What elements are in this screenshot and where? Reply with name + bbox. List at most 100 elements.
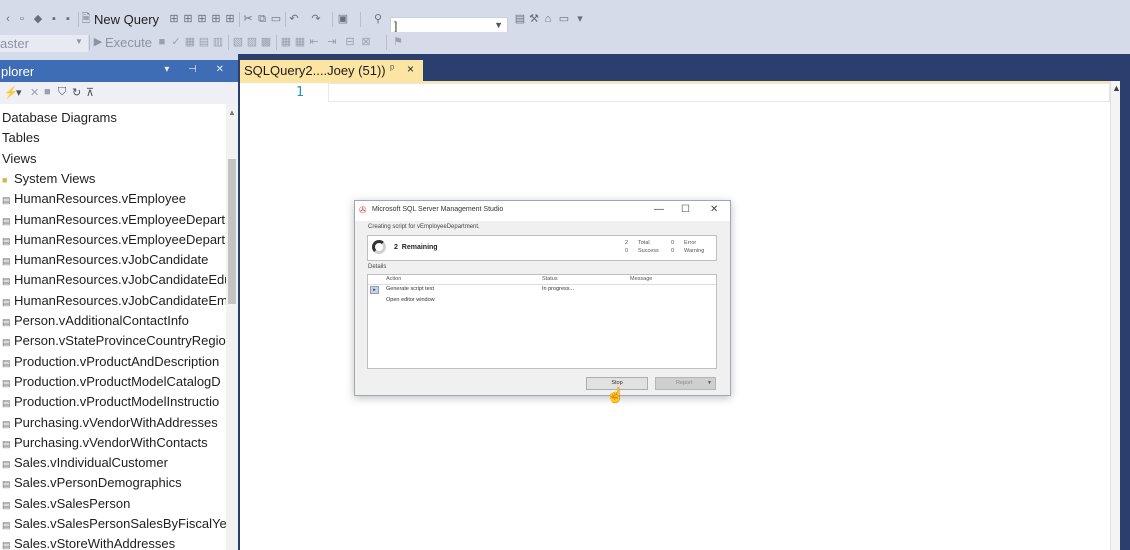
tree-item[interactable]: ▤ HumanResources.vEmployeeDepart [2, 230, 225, 250]
debug-icon[interactable]: ⚑ [392, 36, 404, 48]
minimize-icon[interactable]: — [654, 204, 664, 215]
specify-values-icon[interactable]: ⊟ [344, 36, 356, 48]
tree-item[interactable]: ▤ Sales.vSalesPersonSalesByFiscalYear [2, 514, 226, 534]
open-folder-icon[interactable]: ◆ [32, 13, 44, 25]
tree-item-label: Views [2, 150, 37, 166]
table-row[interactable]: ▸ Generate script text In progress... [368, 285, 716, 295]
results-file-icon[interactable]: ▥ [212, 36, 224, 48]
back-icon[interactable]: ‹ [2, 13, 14, 25]
find-icon[interactable]: ⚲ [372, 13, 384, 25]
properties-side-tab[interactable] [1120, 54, 1130, 550]
chevron-down-icon[interactable]: ▼ [75, 37, 83, 46]
tree-item[interactable]: ▤ HumanResources.vEmployeeDepart [2, 210, 225, 230]
tree-item[interactable]: ▤ Production.vProductModelCatalogD [2, 372, 221, 392]
redo-icon[interactable]: ↷ [310, 13, 322, 25]
tree-item[interactable]: ▤ Person.vStateProvinceCountryRegio [2, 331, 226, 351]
close-icon[interactable]: × [407, 62, 414, 76]
stop-debug-icon[interactable]: ■ [156, 36, 168, 48]
parse-icon[interactable]: ✓ [170, 36, 182, 48]
save-all-icon[interactable]: ▪ [62, 13, 74, 25]
column-header-message[interactable]: Message [630, 276, 652, 282]
xmla-query-icon[interactable]: ⊞ [224, 13, 236, 25]
copy-icon[interactable]: ⧉ [256, 13, 268, 25]
tree-item[interactable]: ▤ Sales.vSalesPerson [2, 494, 130, 514]
details-grid[interactable]: Action Status Message ▸ Generate script … [367, 274, 717, 369]
comment-icon[interactable]: ▦ [280, 36, 292, 48]
outdent-icon[interactable]: ⇤ [308, 36, 320, 48]
table-row[interactable]: Open editor window [368, 296, 716, 306]
tree-item[interactable]: ▤ Production.vProductAndDescription [2, 352, 219, 372]
query-options-icon[interactable]: ▧ [232, 36, 244, 48]
disconnect-icon[interactable]: ✕ [30, 86, 39, 99]
tree-item[interactable]: ▤ HumanResources.vJobCandidate [2, 250, 208, 270]
window-layout-icon[interactable]: ▭ [558, 13, 570, 25]
execute-button[interactable]: Execute [105, 35, 152, 50]
tree-item[interactable]: ▤ HumanResources.vJobCandidateEm [2, 291, 226, 311]
cut-icon[interactable]: ✂ [242, 13, 254, 25]
results-grid-icon[interactable]: ▦ [184, 36, 196, 48]
tree-item[interactable]: ▤ HumanResources.vJobCandidateEdu [2, 270, 226, 290]
tree-item[interactable]: ▤ Sales.vStoreWithAddresses [2, 534, 175, 550]
tree-item[interactable]: ▤ Sales.vIndividualCustomer [2, 453, 168, 473]
row-status: In progress... [542, 286, 575, 292]
object-explorer-toolbar: ⚡ ▾ ✕ ■ ⛉ ↻ ⊼ [0, 82, 238, 105]
panel-window-buttons[interactable]: ▾ ⊣ ✕ [164, 64, 232, 75]
dialog-title-bar[interactable]: ✇ Microsoft SQL Server Management Studio… [355, 201, 730, 221]
analysis-query-icon[interactable]: ⊞ [182, 13, 194, 25]
execution-plan-icon[interactable]: ▩ [260, 36, 272, 48]
execute-icon[interactable]: ▶ [92, 36, 104, 48]
tree-item[interactable]: ■ System Views [2, 169, 95, 189]
object-explorer-title: plorer [1, 64, 35, 79]
tree-item[interactable]: ▤ Purchasing.vVendorWithContacts [2, 433, 208, 453]
scroll-up-icon[interactable]: ▲ [228, 108, 236, 117]
undo-icon[interactable]: ↶ [288, 13, 300, 25]
results-text-icon[interactable]: ▤ [198, 36, 210, 48]
tree-item[interactable]: Tables [2, 128, 40, 148]
properties-icon[interactable]: ▤ [514, 13, 526, 25]
tree-item[interactable]: ▤ Purchasing.vVendorWithAddresses [2, 413, 218, 433]
stop-icon[interactable]: ■ [44, 86, 51, 98]
chevron-down-icon[interactable]: ▼ [494, 20, 503, 30]
connect-dropdown-icon[interactable]: ▾ [16, 86, 22, 99]
column-header-status[interactable]: Status [542, 276, 558, 282]
report-button[interactable]: Report ▼ [655, 377, 716, 390]
column-header-action[interactable]: Action [386, 276, 401, 282]
collapse-icon[interactable]: ⊼ [86, 86, 94, 99]
new-file-icon[interactable]: ▫ [16, 13, 28, 25]
object-explorer-header: plorer ▾ ⊣ ✕ [0, 60, 238, 82]
toolbar-options-icon[interactable]: ▾ [574, 13, 586, 25]
tree-item[interactable]: Database Diagrams [2, 108, 117, 128]
tree-item[interactable]: ▤ Person.vAdditionalContactInfo [2, 311, 189, 331]
chevron-down-icon[interactable]: ▼ [707, 380, 712, 386]
maximize-icon[interactable]: ☐ [681, 204, 690, 215]
object-explorer-scrollbar[interactable]: ▲ [226, 104, 238, 550]
indent-icon[interactable]: ⇥ [326, 36, 338, 48]
dialog-title: Microsoft SQL Server Management Studio [372, 206, 504, 213]
new-query-icon[interactable]: 🗎 [80, 13, 92, 25]
refresh-icon[interactable]: ↻ [72, 86, 81, 99]
dmx-query-icon[interactable]: ⊞ [210, 13, 222, 25]
close-icon[interactable]: ✕ [710, 204, 718, 215]
mdx-query-icon[interactable]: ⊞ [196, 13, 208, 25]
template-icon[interactable]: ⊠ [360, 36, 372, 48]
tree-item[interactable]: ▤ Production.vProductModelInstructio [2, 392, 219, 412]
scrollbar-thumb[interactable] [228, 159, 236, 304]
pin-icon[interactable]: ᵖ [390, 63, 394, 75]
wrench-icon[interactable]: ⚒ [528, 13, 540, 25]
uncomment-icon[interactable]: ▦ [294, 36, 306, 48]
paste-icon[interactable]: ▭ [270, 13, 282, 25]
db-query-icon[interactable]: ⊞ [168, 13, 180, 25]
registered-servers-icon[interactable]: ⌂ [542, 13, 554, 25]
tree-item[interactable]: Views [2, 149, 36, 169]
new-query-button[interactable]: New Query [94, 12, 159, 27]
filter-icon[interactable]: ⛉ [58, 86, 66, 99]
tab-sqlquery2[interactable]: SQLQuery2....Joey (51)) ᵖ × [240, 60, 423, 81]
tree-item[interactable]: ▤ Sales.vPersonDemographics [2, 473, 182, 493]
activity-monitor-icon[interactable]: ▣ [337, 13, 349, 25]
view-icon: ▤ [2, 520, 11, 530]
view-icon: ▤ [2, 256, 11, 267]
intellisense-icon[interactable]: ▨ [246, 36, 258, 48]
save-icon[interactable]: ▪ [48, 13, 60, 25]
tree-item[interactable]: ▤ HumanResources.vEmployee [2, 189, 186, 209]
available-databases-combo[interactable]: aster ▼ [0, 35, 88, 52]
